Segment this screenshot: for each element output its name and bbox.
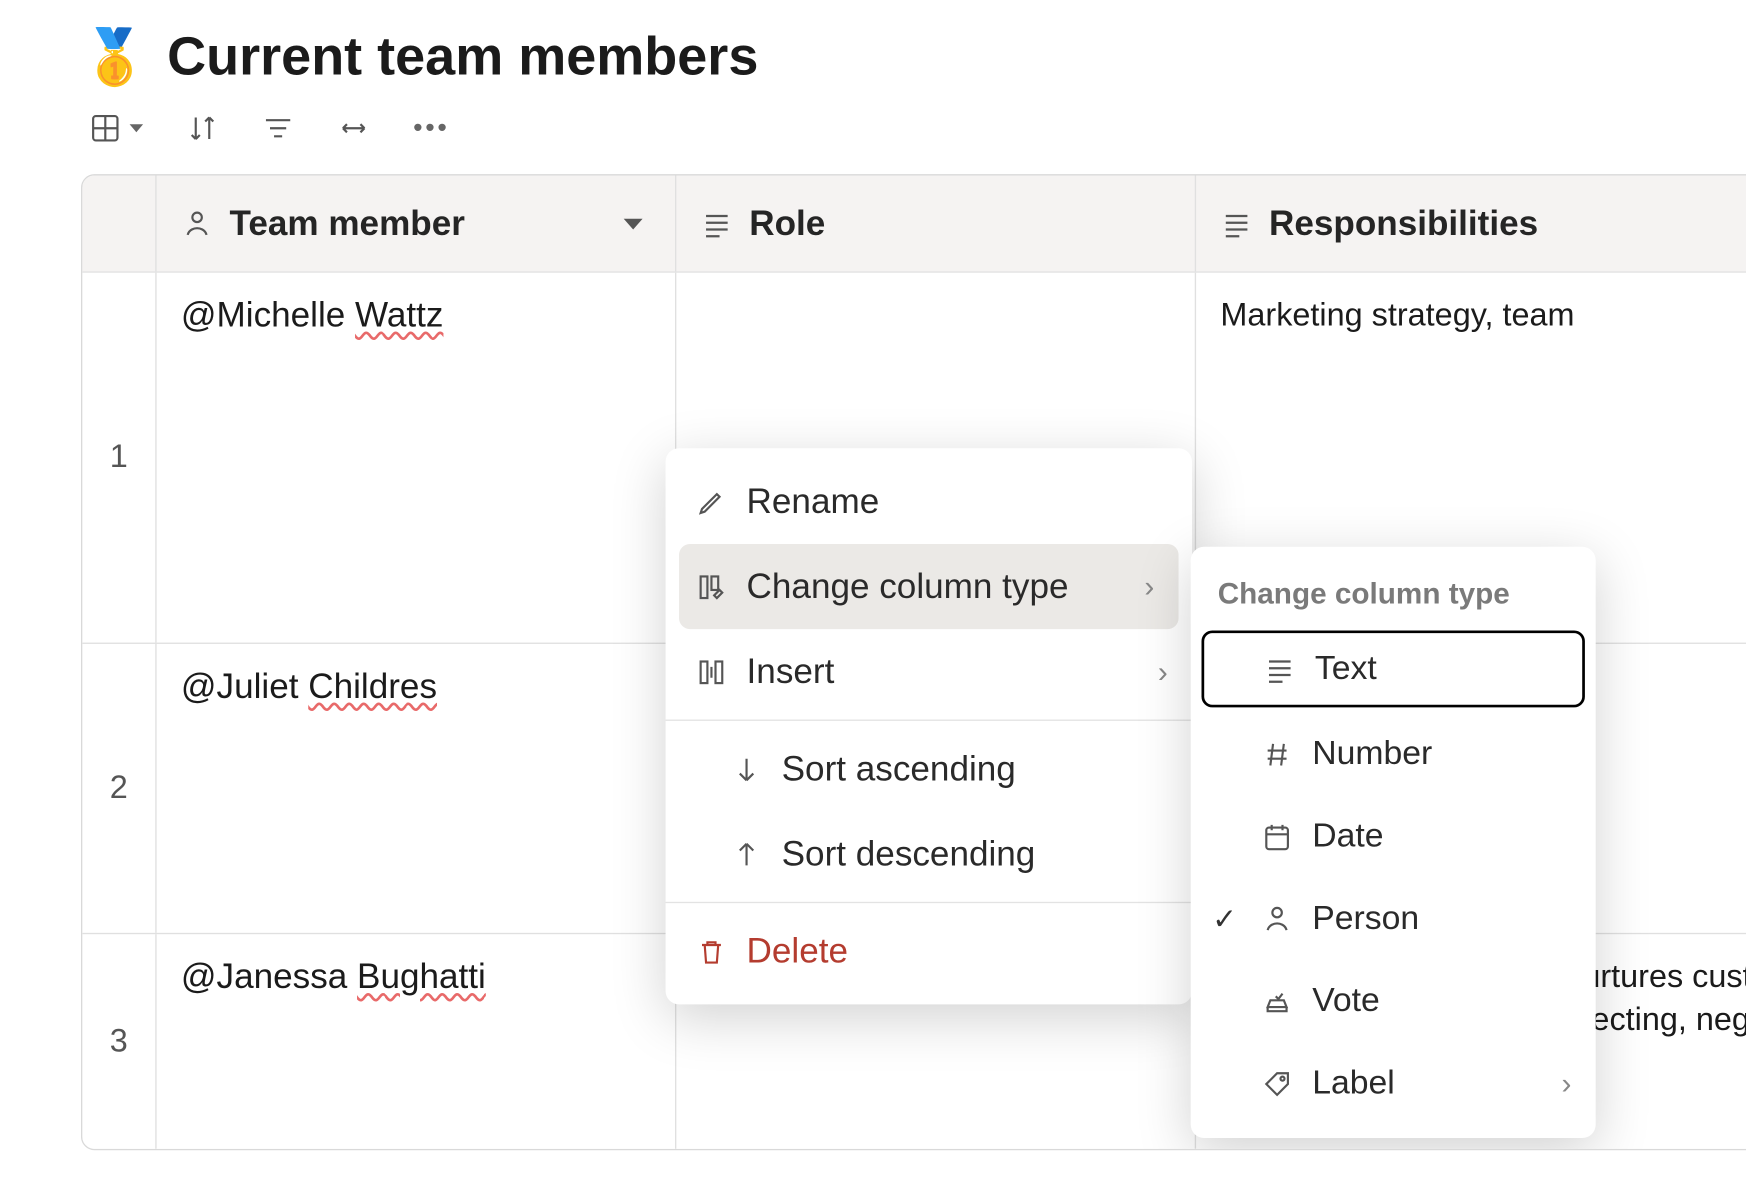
more-options-button[interactable]: •••	[413, 113, 449, 144]
menu-item-sort-descending[interactable]: Sort descending	[666, 811, 1193, 896]
filter-button[interactable]	[262, 112, 294, 144]
person-icon	[181, 207, 213, 239]
autofit-button[interactable]	[338, 112, 370, 144]
column-header-label: Role	[749, 203, 825, 245]
tag-icon	[1261, 1067, 1293, 1099]
mention-text: @Michelle	[181, 294, 355, 335]
page-title-row: 🥇 Current team members	[81, 27, 1746, 88]
menu-label: Insert	[747, 651, 835, 693]
submenu-item-date[interactable]: Date	[1191, 795, 1596, 877]
mention-text: @Juliet	[181, 666, 308, 707]
chevron-right-icon: ›	[1144, 569, 1154, 604]
chevron-down-icon	[130, 124, 144, 132]
mention-text: @Janessa	[181, 956, 357, 997]
table-header-row: Team member Role Responsibilities	[82, 176, 1746, 272]
insert-column-icon	[695, 655, 727, 687]
members-table: Team member Role Responsibilities 1	[81, 174, 1746, 1150]
menu-label: Delete	[747, 930, 848, 972]
medal-icon: 🥇	[81, 30, 148, 84]
submenu-label: Label	[1312, 1064, 1395, 1103]
text-lines-icon	[701, 207, 733, 239]
menu-label: Sort ascending	[782, 748, 1016, 790]
submenu-item-label[interactable]: Label ›	[1191, 1042, 1596, 1124]
menu-item-delete[interactable]: Delete	[666, 909, 1193, 994]
column-header-label: Responsibilities	[1269, 200, 1538, 247]
submenu-label: Person	[1312, 899, 1419, 938]
sort-button[interactable]	[186, 112, 218, 144]
filter-icon	[262, 112, 294, 144]
row-number: 1	[82, 273, 156, 643]
menu-item-change-column-type[interactable]: Change column type ›	[679, 544, 1179, 629]
submenu-item-number[interactable]: Number	[1191, 713, 1596, 795]
view-switcher[interactable]	[89, 112, 143, 144]
trash-icon	[695, 935, 727, 967]
cell-team-member[interactable]: @Michelle Wattz	[157, 273, 677, 643]
change-column-type-submenu: Change column type Text Number Date	[1191, 547, 1596, 1138]
check-icon: ✓	[1212, 901, 1237, 936]
chevron-right-icon: ›	[1158, 654, 1168, 689]
submenu-title: Change column type	[1191, 560, 1596, 628]
submenu-label: Text	[1315, 649, 1377, 688]
row-number: 2	[82, 644, 156, 933]
column-header-responsibilities[interactable]: Responsibilities	[1196, 176, 1746, 272]
chevron-right-icon: ›	[1562, 1066, 1572, 1101]
calendar-icon	[1261, 820, 1293, 852]
row-number-header	[82, 176, 156, 272]
table-toolbar: •••	[81, 88, 1746, 156]
hash-icon	[1261, 738, 1293, 770]
submenu-label: Vote	[1312, 981, 1380, 1020]
vote-icon	[1261, 985, 1293, 1017]
pencil-icon	[695, 485, 727, 517]
chevron-down-icon[interactable]	[624, 218, 643, 229]
dots-icon: •••	[413, 113, 449, 144]
submenu-item-person[interactable]: ✓ Person	[1191, 878, 1596, 960]
arrow-down-icon	[730, 753, 762, 785]
text-lines-icon	[1264, 653, 1296, 685]
cell-team-member[interactable]: @Janessa Bughatti	[157, 934, 677, 1149]
spellcheck-squiggle: Childres	[308, 666, 437, 707]
column-header-role[interactable]: Role	[676, 176, 1196, 272]
responsibility-text: Marketing strategy, team	[1220, 297, 1574, 333]
person-icon	[1261, 902, 1293, 934]
submenu-label: Number	[1312, 734, 1432, 773]
submenu-label: Date	[1312, 817, 1383, 856]
spellcheck-squiggle: Wattz	[355, 294, 443, 335]
text-lines-icon	[1220, 207, 1252, 239]
menu-label: Sort descending	[782, 833, 1036, 875]
column-context-menu: Rename Change column type › Insert ›	[666, 448, 1193, 1004]
menu-item-sort-ascending[interactable]: Sort ascending	[666, 726, 1193, 811]
menu-separator	[666, 902, 1193, 903]
cell-team-member[interactable]: @Juliet Childres	[157, 644, 677, 933]
menu-label: Change column type	[747, 566, 1069, 608]
page-title: Current team members	[167, 27, 758, 88]
menu-separator	[666, 720, 1193, 721]
submenu-item-text[interactable]: Text	[1202, 630, 1585, 707]
autofit-icon	[338, 112, 370, 144]
table-icon	[89, 112, 121, 144]
sort-icon	[186, 112, 218, 144]
menu-label: Rename	[747, 481, 880, 523]
menu-item-insert[interactable]: Insert ›	[666, 629, 1193, 714]
arrow-up-icon	[730, 838, 762, 870]
menu-item-rename[interactable]: Rename	[666, 459, 1193, 544]
submenu-item-vote[interactable]: Vote	[1191, 960, 1596, 1042]
page-root: 🥇 Current team members •••	[0, 0, 1746, 1177]
column-header-team-member[interactable]: Team member	[157, 176, 677, 272]
spellcheck-squiggle: Bughatti	[357, 956, 486, 997]
row-number: 3	[82, 934, 156, 1149]
column-pencil-icon	[695, 570, 727, 602]
column-header-label: Team member	[230, 203, 465, 245]
